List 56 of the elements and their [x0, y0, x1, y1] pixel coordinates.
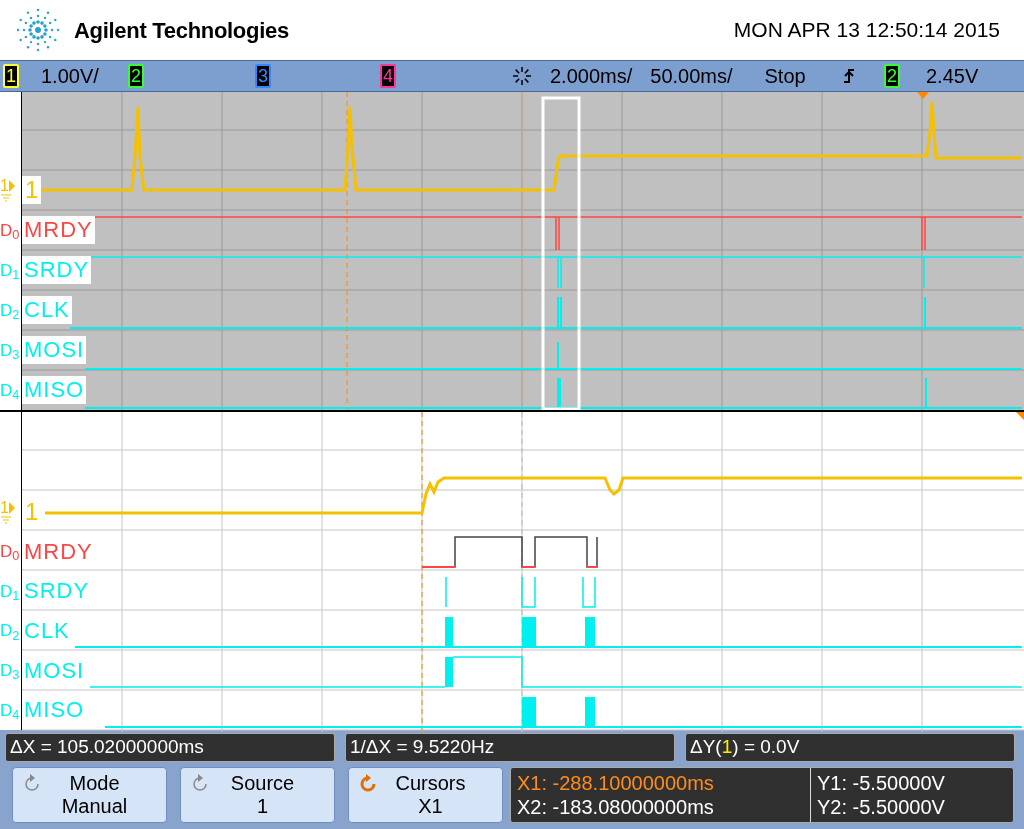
digital-marker: D$_{0}$ [0, 543, 20, 560]
measurement-value: ) = 0.0V [732, 735, 800, 760]
ground-icon [0, 515, 12, 524]
arrow-icon [8, 180, 15, 192]
time-scale: 50.00ms/ [650, 64, 733, 89]
digital-label: CLK [22, 296, 72, 324]
channel-button[interactable]: 2 [128, 64, 144, 88]
time-scale: 2.000ms/ [550, 64, 633, 89]
digital-marker: D$_{3}$ [0, 341, 20, 359]
digital-marker: D$_{1}$ [0, 261, 20, 279]
cursor-readout: X2: -183.08000000ms [517, 795, 715, 819]
trigger-channel-button[interactable]: 2 [884, 64, 900, 88]
ground-icon [0, 194, 12, 202]
trigger-level: 2.45V [926, 64, 979, 89]
cursor-readout: Y2: -5.50000V [817, 795, 945, 819]
softkey-title: Mode [69, 772, 120, 795]
softkey-value: X1 [418, 795, 443, 818]
trigger-edge-icon [841, 66, 856, 86]
digital-marker: D$_{4}$ [0, 381, 20, 399]
digital-marker: D$_{0}$ [0, 221, 20, 239]
digital-label: SRDY [22, 256, 92, 284]
cursor-readout: X1: -288.10000000ms [517, 771, 715, 795]
measurement-value: 1/ΔX = 9.5220Hz [350, 735, 495, 760]
measurement-value: ΔX = 105.02000000ms [10, 735, 204, 760]
channel-marker: 1 [0, 178, 9, 194]
arrow-icon [8, 501, 15, 514]
measurement-label: ΔY( [690, 735, 722, 760]
softkey-button[interactable]: Mode Manual [12, 767, 167, 823]
softkey-value: Manual [61, 795, 128, 818]
digital-label: MISO [22, 376, 87, 404]
digital-label: MRDY [22, 216, 95, 244]
softkey-button[interactable]: Source 1 [180, 767, 335, 823]
softkey-value: 1 [256, 795, 269, 818]
brand-name: Agilent Technologies [74, 16, 289, 45]
starburst-logo-icon [16, 8, 60, 52]
channel-button[interactable]: 1 [3, 64, 19, 88]
softkey-title: Source [230, 772, 295, 795]
digital-marker: D$_{2}$ [0, 301, 20, 319]
cursor-readout: Y1: -5.50000V [817, 771, 945, 795]
channel-button[interactable]: 3 [255, 64, 271, 88]
channel-number: 1 [721, 735, 733, 760]
sunburst-icon [512, 66, 532, 86]
digital-marker: D$_{3}$ [0, 662, 20, 679]
digital-marker: D$_{1}$ [0, 582, 20, 600]
channel-marker: 1 [0, 499, 9, 516]
date-time: MON APR 13 12:50:14 2015 [733, 17, 1000, 44]
digital-marker: D$_{2}$ [0, 622, 20, 640]
softkey-title: Cursors [395, 772, 466, 795]
trigger-position-marker [1016, 412, 1024, 420]
softkey-button[interactable]: Cursors X1 [348, 767, 503, 823]
digital-label: MOSI [22, 336, 87, 364]
digital-marker: D$_{4}$ [0, 701, 20, 719]
channel-label: 1 [22, 176, 42, 204]
channel-button[interactable]: 4 [380, 64, 396, 88]
channel-scale: 1.00V/ [41, 64, 99, 89]
run-state: Stop [764, 64, 806, 89]
